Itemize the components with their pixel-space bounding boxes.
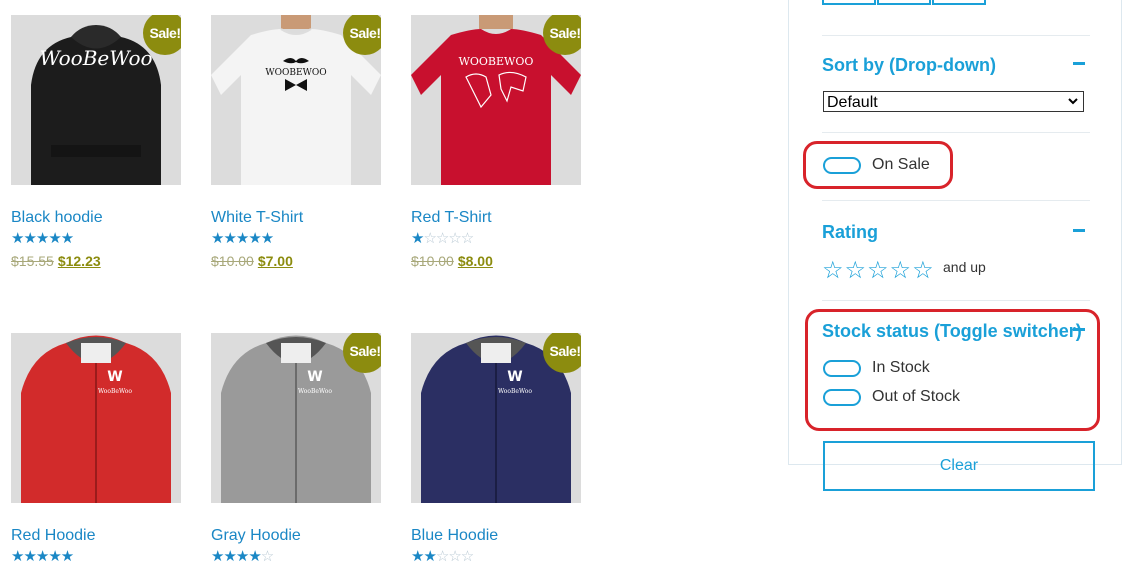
regular-price: $10.00 (411, 253, 454, 269)
regular-price: $10.00 (211, 253, 254, 269)
out-of-stock-toggle[interactable] (823, 389, 861, 406)
star-rating: ★★☆☆☆ (411, 548, 474, 565)
product-image[interactable]: W WooBeWoo Sale! (211, 333, 381, 503)
rating-filter-title[interactable]: Rating (822, 222, 878, 243)
product-image[interactable]: WOOBEWOO Sale! (411, 15, 581, 185)
product-card: WOOBEWOO Sale! Red T-Shirt ★☆☆☆☆ $10.00 $… (411, 15, 583, 269)
product-card: W WooBeWoo Sale! Gray Hoodie ★★★★☆ (211, 333, 383, 565)
collapse-minus-icon[interactable] (1073, 62, 1085, 65)
filter-button-partial[interactable] (822, 0, 876, 5)
svg-text:W: W (507, 369, 522, 385)
on-sale-toggle[interactable] (823, 157, 861, 174)
svg-text:W: W (107, 369, 122, 385)
divider (822, 35, 1090, 36)
chevron-down-icon (1068, 98, 1078, 105)
svg-text:WOOBEWOO: WOOBEWOO (265, 68, 326, 78)
collapse-minus-icon[interactable] (1073, 328, 1085, 331)
product-title[interactable]: Blue Hoodie (411, 527, 583, 545)
product-title[interactable]: Black hoodie (11, 209, 183, 227)
sale-price: $12.23 (57, 253, 101, 269)
product-image[interactable]: WooBeWoo Sale! (11, 15, 181, 185)
out-of-stock-label: Out of Stock (872, 388, 961, 405)
product-card: WOOBEWOO Sale! White T-Shirt ★★★★★ $10.0… (211, 15, 383, 269)
svg-text:WooBeWoo: WooBeWoo (498, 388, 532, 395)
product-price: $10.00 $8.00 (411, 253, 583, 269)
clear-filters-button[interactable]: Clear (823, 441, 1095, 491)
product-price: $10.00 $7.00 (211, 253, 383, 269)
in-stock-label: In Stock (872, 359, 930, 376)
star-rating: ★★★★☆ (211, 548, 274, 565)
sort-select[interactable]: Default (823, 91, 1084, 112)
svg-text:WooBeWoo: WooBeWoo (39, 46, 152, 70)
star-rating: ★★★★★ (11, 548, 74, 565)
star-rating: ★★★★★ (211, 230, 274, 247)
rating-and-up-label: and up (943, 259, 986, 275)
in-stock-toggle[interactable] (823, 360, 861, 377)
sale-price: $7.00 (257, 253, 293, 269)
filter-button-partial[interactable] (932, 0, 986, 5)
collapse-minus-icon[interactable] (1073, 229, 1085, 232)
sale-price: $8.00 (457, 253, 493, 269)
product-card: WooBeWoo Sale! Black hoodie ★★★★★ $15.55… (11, 15, 183, 269)
product-card: W WooBeWoo Sale! Blue Hoodie ★★☆☆☆ (411, 333, 583, 565)
stock-filter-title[interactable]: Stock status (Toggle switcher) (822, 321, 1082, 342)
sort-filter-title[interactable]: Sort by (Drop-down) (822, 55, 996, 76)
svg-text:WooBeWoo: WooBeWoo (98, 388, 132, 395)
product-title[interactable]: Red T-Shirt (411, 209, 583, 227)
product-title[interactable]: White T-Shirt (211, 209, 383, 227)
divider (822, 300, 1090, 301)
product-image[interactable]: W WooBeWoo (11, 333, 181, 503)
sort-selected-value: Default (827, 94, 878, 111)
product-card: W WooBeWoo Red Hoodie ★★★★★ (11, 333, 183, 565)
on-sale-label: On Sale (872, 156, 930, 173)
product-image[interactable]: W WooBeWoo Sale! (411, 333, 581, 503)
filter-button-partial[interactable] (877, 0, 931, 5)
product-price: $15.55 $12.23 (11, 253, 183, 269)
product-title[interactable]: Red Hoodie (11, 527, 183, 545)
regular-price: $15.55 (11, 253, 54, 269)
star-rating: ★★★★★ (11, 230, 74, 247)
svg-text:W: W (307, 369, 322, 385)
star-rating: ★☆☆☆☆ (411, 230, 474, 247)
divider (822, 132, 1090, 133)
svg-text:WOOBEWOO: WOOBEWOO (459, 55, 534, 68)
divider (822, 200, 1090, 201)
svg-text:WooBeWoo: WooBeWoo (298, 388, 332, 395)
product-image[interactable]: WOOBEWOO Sale! (211, 15, 381, 185)
rating-star-selector[interactable]: ☆☆☆☆☆ (822, 256, 935, 285)
product-title[interactable]: Gray Hoodie (211, 527, 383, 545)
